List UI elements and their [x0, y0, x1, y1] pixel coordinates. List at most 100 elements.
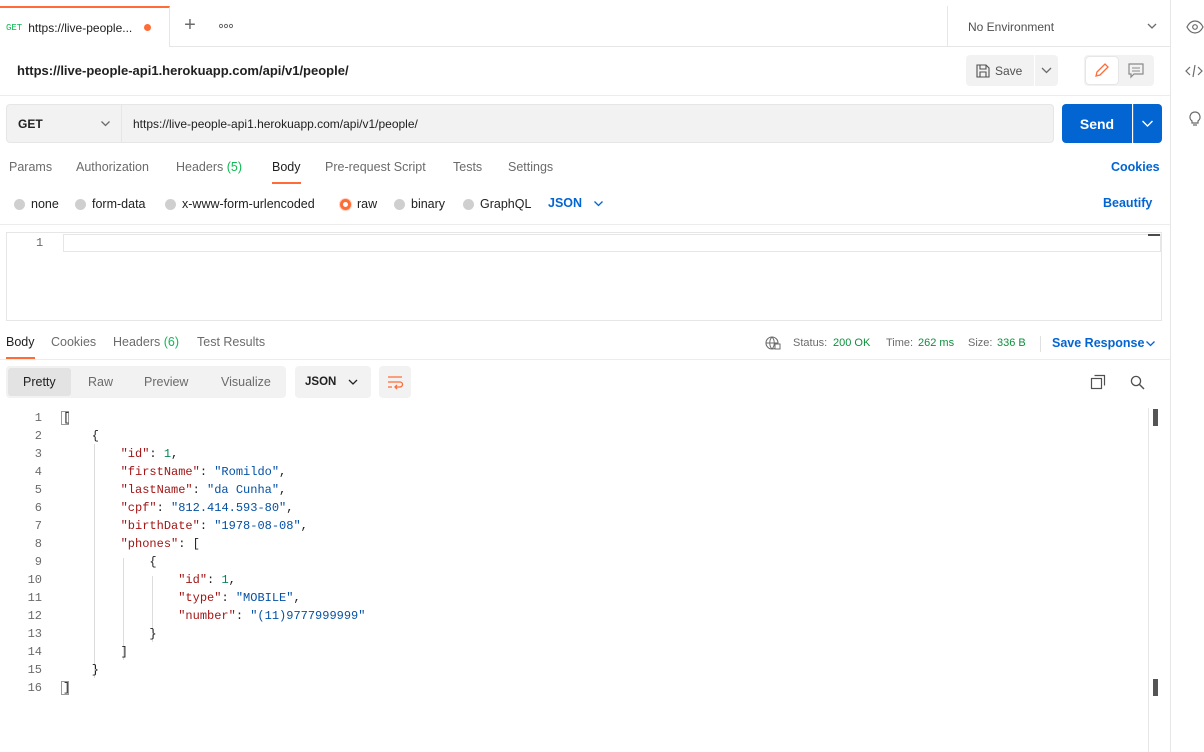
scrollbar-thumb[interactable]: [1153, 409, 1158, 426]
save-response-button[interactable]: Save Response: [1052, 336, 1144, 350]
pencil-icon: [1095, 63, 1109, 77]
save-options-button[interactable]: [1035, 55, 1058, 86]
radio-circle: [75, 198, 86, 210]
chevron-down-icon[interactable]: [1146, 20, 1158, 32]
radio-label: GraphQL: [480, 197, 532, 211]
radio-form-data[interactable]: form-data: [75, 196, 146, 212]
line-number: 1: [36, 236, 44, 250]
divider: [0, 359, 1170, 360]
size-label: Size:: [968, 337, 993, 349]
json-key: "id": [178, 573, 208, 587]
chevron-down-icon[interactable]: [348, 377, 358, 387]
size-value[interactable]: 336 B: [997, 337, 1026, 349]
headers-count-badge: (5): [226, 160, 243, 174]
radio-circle-selected: [340, 198, 351, 210]
comments-button[interactable]: [1122, 57, 1150, 84]
code-line: "id": 1,: [178, 573, 236, 587]
radio-urlencoded[interactable]: x-www-form-urlencoded: [165, 196, 315, 212]
wrap-lines-button[interactable]: [379, 366, 411, 398]
save-icon: [976, 63, 990, 78]
scrollbar-thumb[interactable]: [1153, 679, 1158, 696]
tab-params[interactable]: Params: [9, 160, 52, 184]
tab-headers-label: Headers: [176, 160, 224, 174]
chevron-down-icon[interactable]: [593, 198, 604, 209]
beautify-link[interactable]: Beautify: [1103, 196, 1152, 210]
view-preview[interactable]: Preview: [129, 368, 203, 396]
environment-selector[interactable]: No Environment: [947, 6, 1170, 47]
json-value: "1978-08-08": [214, 519, 301, 533]
line-number: 13: [27, 627, 42, 641]
json-key: "birthDate": [120, 519, 200, 533]
more-tabs-icon[interactable]: [216, 16, 236, 36]
code-line: {: [63, 429, 100, 443]
url-input[interactable]: https://live-people-api1.herokuapp.com/a…: [122, 104, 1054, 143]
line-number: 5: [34, 483, 42, 497]
lightbulb-icon[interactable]: [1188, 111, 1202, 127]
tab-body[interactable]: Body: [272, 160, 301, 184]
response-tab-headers-label: Headers: [113, 335, 161, 349]
response-body-viewer[interactable]: 1 2 3 4 5 6 7 8 9 10 11 12 13 14 15 16 […: [0, 408, 1170, 752]
json-key: "lastName": [120, 483, 193, 497]
line-number: 8: [34, 537, 42, 551]
line-number: 1: [34, 411, 42, 425]
radio-raw[interactable]: raw: [340, 196, 377, 212]
line-number: 16: [27, 681, 42, 695]
request-name[interactable]: https://live-people-api1.herokuapp.com/a…: [17, 63, 349, 78]
send-label: Send: [1079, 115, 1115, 132]
tab-prerequest-script[interactable]: Pre-request Script: [325, 160, 426, 184]
comment-icon: [1128, 63, 1144, 79]
globe-icon[interactable]: [765, 336, 781, 350]
view-visualize[interactable]: Visualize: [206, 368, 286, 396]
new-tab-button[interactable]: +: [180, 15, 200, 36]
radio-binary[interactable]: binary: [394, 196, 445, 212]
view-pretty[interactable]: Pretty: [8, 368, 71, 396]
tab-title: https://live-people...: [28, 20, 133, 35]
tab-method-badge: GET: [6, 22, 23, 33]
response-tab-headers[interactable]: Headers (6): [113, 335, 179, 359]
tab-headers[interactable]: Headers (5): [176, 160, 242, 184]
divider: [1133, 104, 1134, 143]
chevron-down-icon: [1142, 120, 1153, 127]
environment-label: No Environment: [968, 19, 1055, 34]
time-value[interactable]: 262 ms: [918, 337, 954, 349]
chevron-down-icon[interactable]: [1145, 338, 1156, 349]
chevron-down-icon[interactable]: [100, 118, 111, 129]
json-key: "firstName": [120, 465, 200, 479]
view-raw[interactable]: Raw: [73, 368, 128, 396]
tab-settings[interactable]: Settings: [508, 160, 553, 184]
eye-icon[interactable]: [1186, 20, 1204, 34]
json-value: "MOBILE": [235, 591, 294, 605]
radio-graphql[interactable]: GraphQL: [463, 196, 531, 212]
tab-authorization[interactable]: Authorization: [76, 160, 149, 184]
status-value[interactable]: 200 OK: [833, 337, 870, 349]
status-label: Status:: [793, 337, 828, 349]
search-icon[interactable]: [1130, 375, 1145, 390]
code-line: "firstName": "Romildo",: [120, 465, 287, 479]
request-tab[interactable]: GET https://live-people...: [0, 6, 170, 47]
response-tab-test-results[interactable]: Test Results: [197, 335, 265, 359]
copy-icon[interactable]: [1090, 374, 1106, 390]
send-button[interactable]: Send: [1062, 104, 1132, 143]
scrollbar[interactable]: [1148, 234, 1160, 236]
line-number: 10: [27, 573, 42, 587]
active-line[interactable]: [63, 234, 1161, 252]
radio-none[interactable]: none: [14, 196, 59, 212]
send-options-button[interactable]: [1133, 104, 1162, 143]
line-number: 2: [34, 429, 42, 443]
response-tab-body[interactable]: Body: [6, 335, 35, 359]
tab-tests[interactable]: Tests: [453, 160, 482, 184]
headers-count-badge: (6): [163, 335, 180, 349]
save-button[interactable]: Save: [966, 55, 1034, 86]
response-format-select[interactable]: JSON: [295, 366, 371, 398]
code-line: ]: [63, 681, 71, 695]
code-line: "birthDate": "1978-08-08",: [120, 519, 308, 533]
cookies-link[interactable]: Cookies: [1111, 160, 1160, 174]
wrap-lines-icon: [388, 376, 404, 390]
tab-bar: GET https://live-people... + No Environm…: [0, 6, 1170, 47]
code-icon[interactable]: [1185, 63, 1203, 79]
code-line: [: [63, 411, 71, 425]
edit-mode-button[interactable]: [1086, 57, 1118, 84]
radio-label: none: [31, 197, 59, 211]
response-tab-cookies[interactable]: Cookies: [51, 335, 96, 359]
body-format-select[interactable]: JSON: [548, 196, 582, 210]
